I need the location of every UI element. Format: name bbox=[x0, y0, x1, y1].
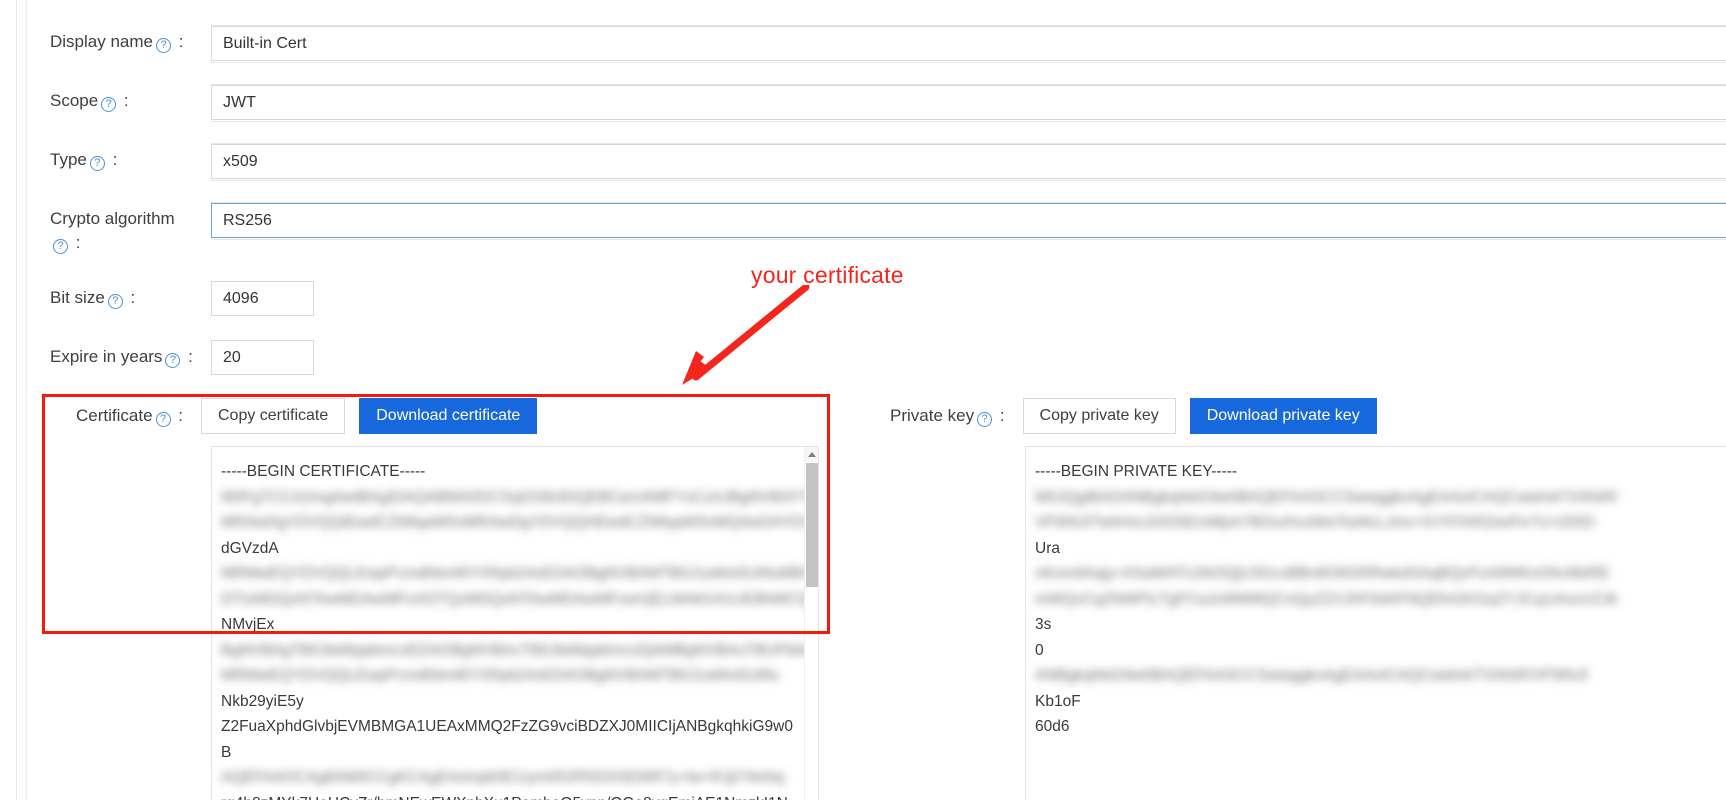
text-line: MIIJQgIBADANBgkqhkiG9w0BAQEFAASCCSwwggko… bbox=[1035, 488, 1619, 506]
scrollbar-track[interactable] bbox=[806, 587, 818, 800]
arrow-down-left-icon bbox=[682, 285, 810, 385]
field-label-bit-size: Bit size? : bbox=[50, 287, 135, 309]
text-line: Z2FuaXphdGlvbjEVMBMGA1UEAxMMQ2FzZG9vciBD… bbox=[221, 718, 793, 735]
field-label-text: Scope bbox=[50, 91, 99, 110]
field-row-display-name: Display name? : bbox=[50, 31, 183, 53]
row-divider bbox=[211, 239, 1726, 240]
display-name-input[interactable]: Built-in Cert bbox=[211, 26, 1726, 61]
field-label-colon: : bbox=[174, 32, 184, 51]
question-circle-icon[interactable]: ? bbox=[977, 412, 993, 427]
scrollbar-thumb[interactable] bbox=[806, 463, 818, 587]
question-circle-icon[interactable]: ? bbox=[107, 294, 123, 309]
field-label-text: Expire in years bbox=[50, 347, 163, 366]
field-row-scope: Scope? : bbox=[50, 90, 129, 112]
private-key-textarea[interactable]: -----BEGIN PRIVATE KEY----- MIIJQgIBADANB… bbox=[1025, 446, 1726, 800]
text-line: ANBgkqhkiG9w0BAQEFAASCCSwwggkoAgEAAoICAQ… bbox=[1035, 667, 1589, 684]
private-key-header: Private key? : Copy private key Download… bbox=[890, 398, 1377, 434]
field-row-crypto-algorithm: Crypto algorithm? : bbox=[50, 208, 200, 254]
text-line: -----BEGIN PRIVATE KEY----- bbox=[1035, 463, 1238, 480]
field-label-colon: : bbox=[183, 347, 193, 366]
copy-private-key-button[interactable]: Copy private key bbox=[1022, 398, 1176, 434]
certificate-textarea[interactable]: -----BEGIN CERTIFICATE----- MIIFgTCCA2mgA… bbox=[211, 446, 819, 800]
download-certificate-button[interactable]: Download certificate bbox=[359, 398, 538, 434]
text-line: 0 bbox=[1035, 641, 1044, 659]
row-divider bbox=[211, 62, 1726, 63]
field-label-colon: : bbox=[119, 91, 129, 110]
form-pane: Display name? : Built-in Cert Scope? : J… bbox=[27, 0, 1726, 800]
text-line: Ura bbox=[1035, 539, 1060, 557]
certificate-section: Certificate? : Copy certificate Download… bbox=[76, 398, 819, 800]
field-label-text: Type bbox=[50, 150, 87, 169]
field-label-text: Crypto algorithm bbox=[50, 209, 175, 228]
certificate-text-content: -----BEGIN CERTIFICATE----- MIIFgTCCA2mgA… bbox=[212, 447, 804, 800]
text-line: Nkb29yiE5y bbox=[221, 692, 304, 710]
text-line: mWQvCqZNWFILTgFCaJcMWMQCnQyZZXJhF0dAFNQE… bbox=[1035, 590, 1618, 608]
text-line: BgNVBAgTB0JlaWppbmcxEDAOBgNVBAcTB0JlaWpp… bbox=[221, 641, 804, 659]
field-label-expire-in-years: Expire in years? : bbox=[50, 346, 193, 368]
text-line: AQEFAAOCAg8AMIICCgKCAgEAsInpb5E1/ym0f1Rf… bbox=[221, 769, 785, 786]
left-gutter bbox=[0, 0, 17, 800]
text-line: DTIzMDQxNTAwMDAwMFoXDTQzMDQxNTAwMDAwMFow… bbox=[221, 590, 804, 608]
scroll-up-arrow-icon[interactable] bbox=[805, 447, 818, 462]
type-input[interactable]: x509 bbox=[211, 144, 1726, 179]
field-label-text: Bit size bbox=[50, 288, 105, 307]
certificate-label: Certificate? : bbox=[76, 398, 183, 434]
field-row-type: Type? : bbox=[50, 149, 117, 171]
field-label-colon: : bbox=[125, 288, 136, 307]
download-private-key-button[interactable]: Download private key bbox=[1189, 398, 1377, 434]
private-key-label: Private key? : bbox=[890, 398, 1005, 434]
text-line: Kb1oF bbox=[1035, 692, 1081, 710]
text-line: 60d6 bbox=[1035, 718, 1070, 735]
text-line: MRMwEQYDVQQLEwpPcmdhbml6YXRpb24xEDAOBgNV… bbox=[221, 667, 779, 684]
field-label-text: Display name bbox=[50, 32, 153, 51]
private-key-label-colon: : bbox=[995, 406, 1005, 425]
crypto-algorithm-input[interactable]: RS256 bbox=[211, 203, 1726, 238]
copy-certificate-button[interactable]: Copy certificate bbox=[200, 398, 346, 434]
question-circle-icon[interactable]: ? bbox=[165, 353, 181, 368]
private-key-text-content: -----BEGIN PRIVATE KEY----- MIIJQgIBADANB… bbox=[1026, 447, 1726, 800]
scope-input[interactable]: JWT bbox=[211, 85, 1726, 120]
question-circle-icon[interactable]: ? bbox=[101, 97, 117, 112]
expire-in-years-input[interactable]: 20 bbox=[211, 340, 314, 375]
text-line: MIIFgTCCA2mgAwIBAgIDAQABMA0GCSqGSIb3DQEB… bbox=[221, 488, 804, 506]
row-divider bbox=[211, 180, 1726, 181]
field-label-colon: : bbox=[107, 150, 118, 169]
question-circle-icon[interactable]: ? bbox=[156, 38, 171, 53]
text-line: MRMwEQYDVQQLEwpPcmdhbml6YXRpb24xEDAOBgNV… bbox=[221, 565, 804, 582]
text-line: VF9INJITwhHvL6XD5EmMjvh7l6OurhvzMxiTsd4c… bbox=[1035, 514, 1595, 531]
text-line: rq4b8zMYk7HeHCyZr/hmNEwEWXnhXu1PombeQ5yp… bbox=[221, 791, 804, 800]
field-label-colon: : bbox=[71, 233, 81, 252]
field-row-bit-size: Bit size? : bbox=[50, 287, 135, 309]
text-line: dGVzdA bbox=[221, 539, 279, 557]
text-line: -----BEGIN CERTIFICATE----- bbox=[221, 463, 426, 480]
field-label-crypto-algorithm: Crypto algorithm? : bbox=[50, 208, 200, 254]
text-line: nKmn9Aajy+ASaMATU2bOQjU3GcvBBrdIO6GRRwkd… bbox=[1035, 565, 1610, 582]
text-line: 3s bbox=[1035, 616, 1052, 633]
certificate-header: Certificate? : Copy certificate Download… bbox=[76, 398, 538, 434]
text-line: B bbox=[221, 743, 232, 761]
field-label-display-name: Display name? : bbox=[50, 31, 183, 53]
field-label-scope: Scope? : bbox=[50, 90, 129, 112]
question-circle-icon[interactable]: ? bbox=[155, 412, 171, 427]
question-circle-icon[interactable]: ? bbox=[53, 239, 68, 254]
bit-size-input[interactable]: 4096 bbox=[211, 281, 314, 316]
left-gutter-secondary bbox=[18, 0, 26, 800]
text-line: NMvjEx bbox=[221, 616, 275, 633]
row-divider bbox=[211, 121, 1726, 122]
private-key-label-text: Private key bbox=[890, 406, 975, 425]
question-circle-icon[interactable]: ? bbox=[89, 156, 105, 171]
certificate-scrollbar[interactable] bbox=[804, 447, 818, 800]
private-key-section: Private key? : Copy private key Download… bbox=[890, 398, 1726, 800]
certificate-editor-page: Display name? : Built-in Cert Scope? : J… bbox=[0, 0, 1726, 800]
certificate-label-text: Certificate bbox=[76, 406, 153, 425]
field-row-expire-in-years: Expire in years? : bbox=[50, 346, 193, 368]
text-line: MRAwDgYDVQQIEwdCZWlqaW5nMRAwDgYDVQQHEwdC… bbox=[221, 514, 804, 531]
certificate-label-colon: : bbox=[173, 406, 183, 425]
field-label-type: Type? : bbox=[50, 149, 117, 171]
